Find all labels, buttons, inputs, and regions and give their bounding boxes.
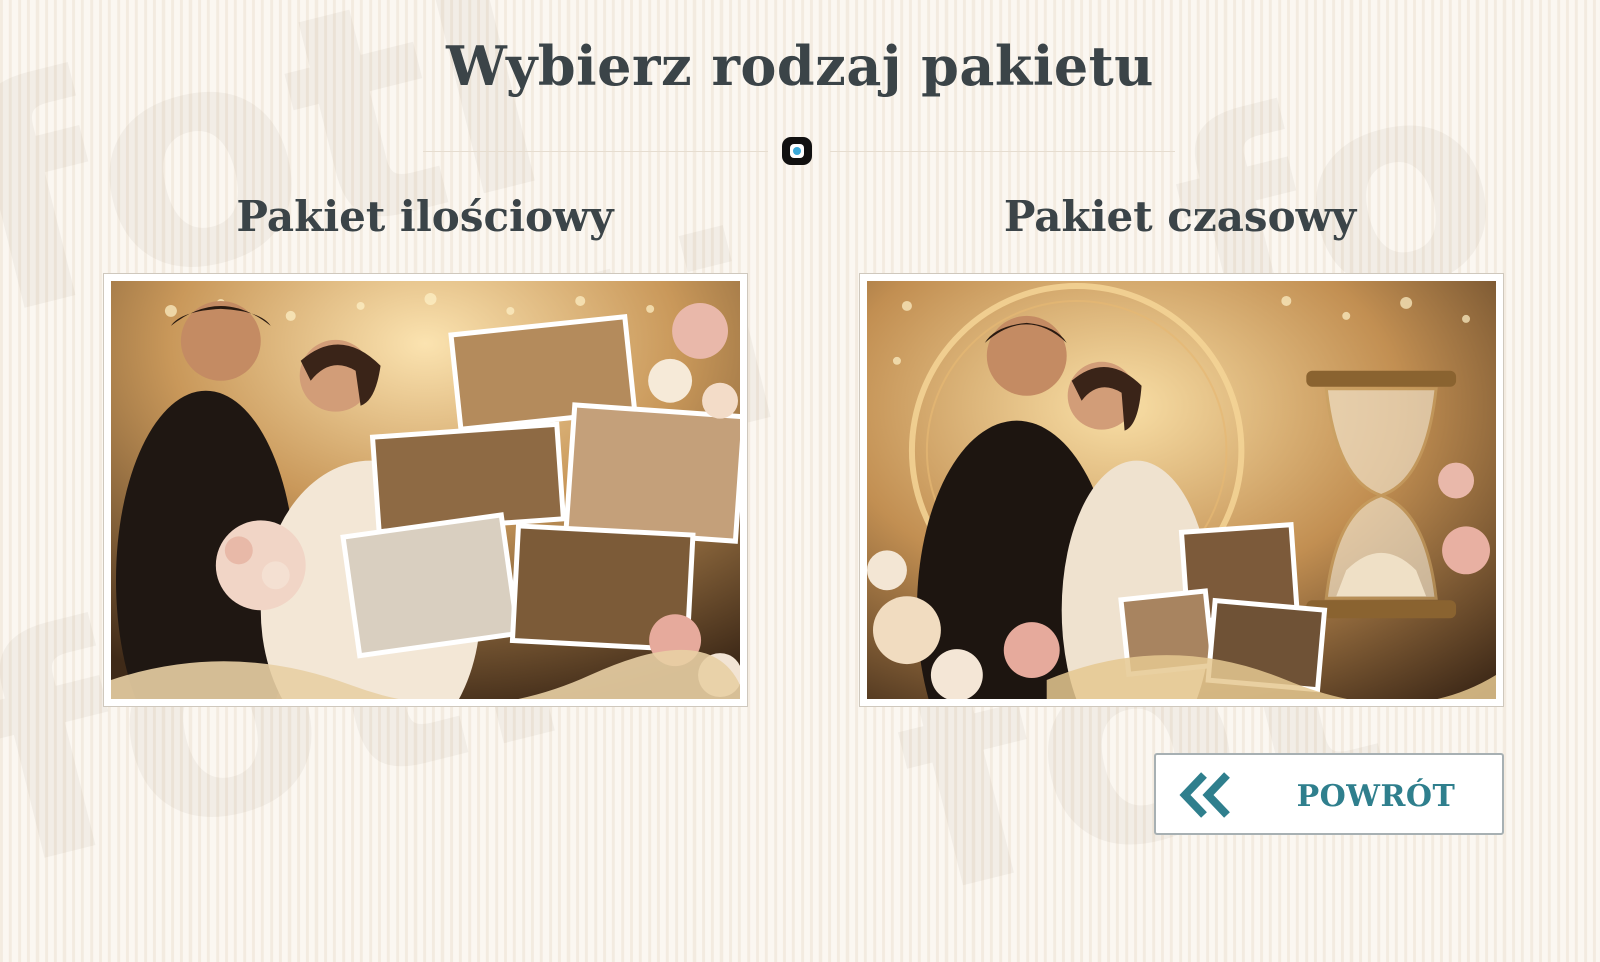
brand-logo-icon <box>782 137 812 165</box>
package-quantity-card[interactable] <box>103 273 748 707</box>
package-time-image <box>867 281 1496 699</box>
package-quantity-heading: Pakiet ilościowy <box>236 192 614 241</box>
title-divider-right <box>830 151 1175 152</box>
package-quantity-image <box>111 281 740 699</box>
page-title: Wybierz rodzaj pakietu <box>446 34 1154 98</box>
back-button-label: POWRÓT <box>1296 779 1456 814</box>
package-time-heading: Pakiet czasowy <box>1003 192 1357 241</box>
title-divider-left <box>423 151 768 152</box>
package-time-card[interactable] <box>859 273 1504 707</box>
back-button[interactable]: POWRÓT <box>1154 753 1504 835</box>
double-chevron-left-icon <box>1179 772 1230 818</box>
